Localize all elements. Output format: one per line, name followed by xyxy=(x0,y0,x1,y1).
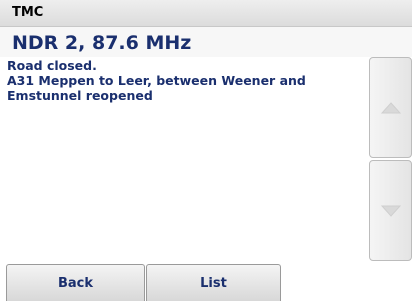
message-line-3: Emstunnel reopened xyxy=(7,88,153,103)
message-line-1: Road closed. xyxy=(7,58,97,73)
station-header: NDR 2, 87.6 MHz xyxy=(0,27,412,57)
message-area: Road closed. A31 Meppen to Leer, between… xyxy=(0,57,369,262)
list-button[interactable]: List xyxy=(146,264,281,301)
scroll-up-button[interactable] xyxy=(369,57,412,158)
title-bar: TMC xyxy=(0,0,412,27)
message-line-2: A31 Meppen to Leer, between Weener and xyxy=(7,73,306,88)
triangle-down-icon xyxy=(380,205,401,217)
scroll-down-button[interactable] xyxy=(369,160,412,261)
triangle-up-icon xyxy=(380,101,401,113)
app-title: TMC xyxy=(12,5,44,20)
station-name: NDR 2, 87.6 MHz xyxy=(12,32,192,54)
back-button[interactable]: Back xyxy=(6,264,145,301)
